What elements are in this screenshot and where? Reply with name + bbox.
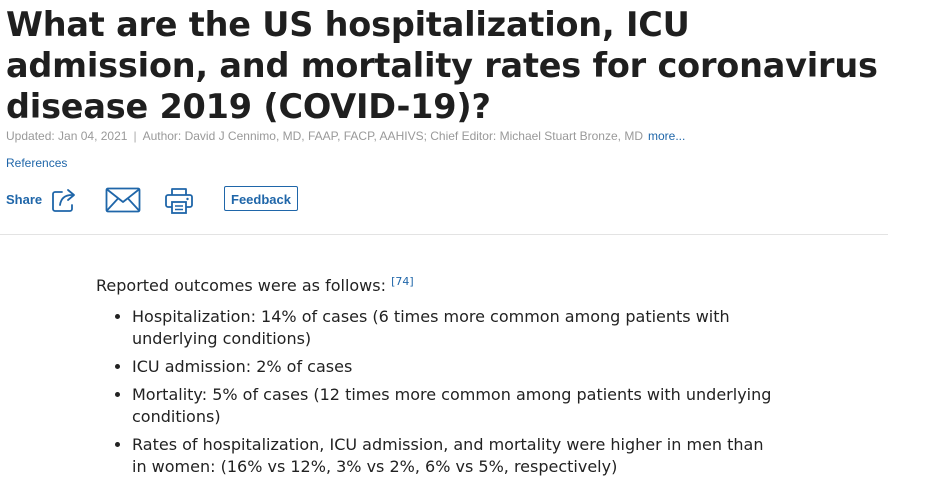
updated-date: Updated: Jan 04, 2021: [6, 129, 128, 143]
share-icon[interactable]: [50, 186, 80, 214]
print-icon[interactable]: [164, 187, 194, 215]
feedback-button[interactable]: Feedback: [224, 186, 298, 211]
author-line: Author: David J Cennimo, MD, FAAP, FACP,…: [142, 129, 643, 143]
references-link[interactable]: References: [6, 156, 67, 170]
share-toolbar: Share Feedback: [6, 183, 326, 217]
outcomes-list: Hospitalization: 14% of cases (6 times m…: [96, 306, 776, 478]
list-item: Hospitalization: 14% of cases (6 times m…: [132, 306, 776, 350]
list-item: Rates of hospitalization, ICU admission,…: [132, 434, 776, 478]
meta-separator: |: [133, 129, 137, 143]
list-item: Mortality: 5% of cases (12 times more co…: [132, 384, 776, 428]
intro-text: Reported outcomes were as follows:: [96, 276, 386, 295]
list-item: ICU admission: 2% of cases: [132, 356, 776, 378]
email-icon[interactable]: [105, 187, 141, 213]
article-content: Reported outcomes were as follows: [74] …: [96, 274, 776, 484]
more-link[interactable]: more...: [648, 129, 685, 143]
divider: [0, 234, 888, 235]
page-title: What are the US hospitalization, ICU adm…: [6, 5, 878, 126]
share-label[interactable]: Share: [6, 192, 42, 207]
intro-paragraph: Reported outcomes were as follows: [74]: [96, 274, 776, 298]
article-meta: Updated: Jan 04, 2021 | Author: David J Ce…: [6, 129, 685, 143]
citation-link[interactable]: [74]: [391, 275, 414, 288]
